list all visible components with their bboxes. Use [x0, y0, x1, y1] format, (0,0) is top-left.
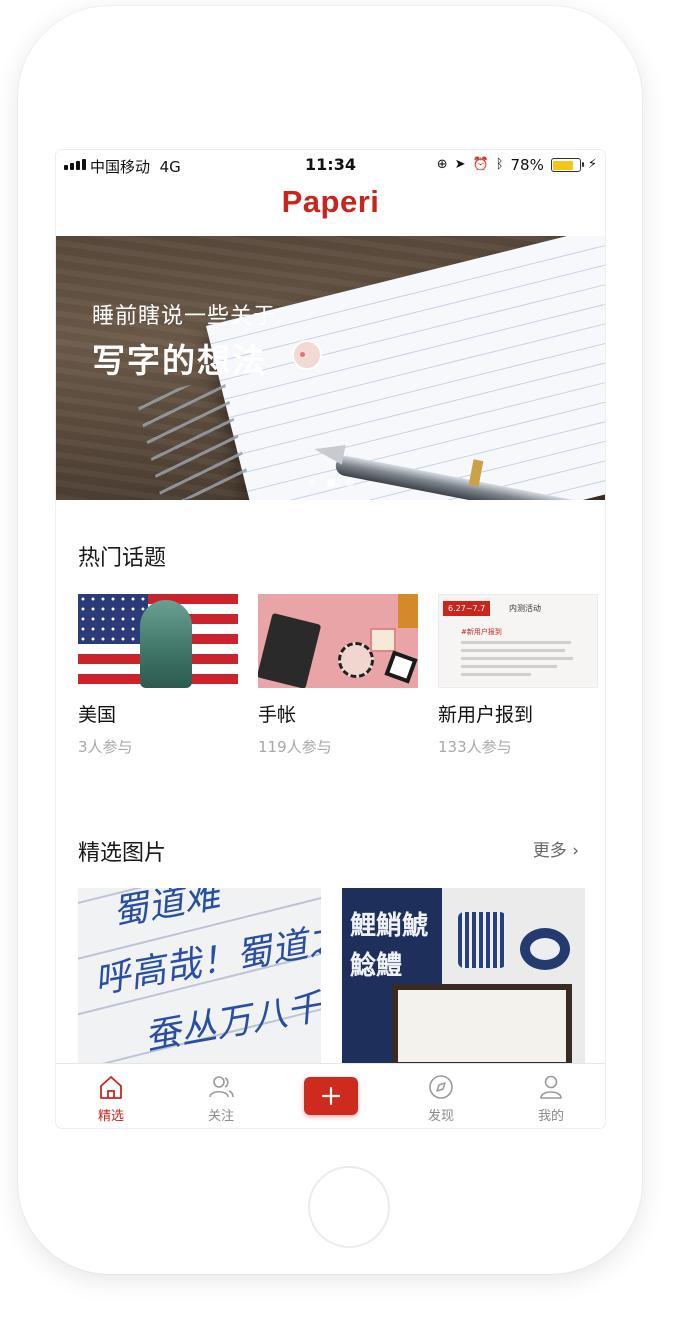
featured-photos-title: 精选图片 — [78, 841, 167, 866]
carousel-dot[interactable] — [326, 479, 335, 487]
topic-count: 133人参与 — [438, 738, 512, 756]
topic-card-new-user[interactable]: 6.27~7.7 内测活动 #新用户报到 新用户报到 133人参与 — [438, 594, 598, 757]
notice-title: 内测活动 — [509, 604, 541, 613]
banner-subtitle: 睡前瞎说一些关于 — [92, 304, 277, 329]
topic-name: 新用户报到 — [438, 704, 534, 726]
topic-card-planner[interactable]: 手帐 119人参与 — [258, 594, 418, 757]
tab-follow[interactable]: 关注 — [186, 1072, 256, 1124]
topic-count: 3人参与 — [78, 738, 133, 756]
tab-discover[interactable]: 发现 — [406, 1072, 476, 1124]
photo-card-stationery[interactable]: 鯉鮹鯱 鯰鱧 — [342, 888, 585, 1064]
sketchbook-image — [392, 984, 572, 1064]
banner-headline: 写字的想法 — [92, 341, 267, 380]
tab-label: 关注 — [207, 1109, 234, 1124]
carousel-dot[interactable] — [345, 479, 354, 487]
rotation-lock-icon: ⊕ — [436, 157, 448, 172]
tab-label: 我的 — [537, 1109, 564, 1124]
tab-me[interactable]: 我的 — [516, 1072, 586, 1124]
bottom-tab-bar: 精选 关注 发现 我的 — [56, 1063, 605, 1128]
topic-thumbnail — [258, 594, 418, 688]
plus-icon — [321, 1086, 341, 1106]
tab-label: 精选 — [97, 1109, 124, 1124]
battery-icon — [550, 158, 584, 172]
hot-topics-title: 热门话题 — [78, 546, 167, 571]
home-icon — [100, 1076, 122, 1099]
carousel-indicator[interactable] — [56, 479, 605, 487]
notice-tag: #新用户报到 — [461, 628, 502, 636]
people-icon — [209, 1076, 234, 1098]
topic-card-usa[interactable]: 美国 3人参与 — [78, 594, 238, 757]
person-icon — [540, 1075, 562, 1099]
compass-icon — [429, 1075, 453, 1099]
app-screen: 中国移动 4G 11:34 ⊕ ➤ ⏰ ᛒ 78% ⚡ Paperi 睡前瞎说一… — [56, 150, 605, 1128]
topic-thumbnail — [78, 594, 238, 688]
topic-name: 手帐 — [258, 704, 297, 726]
bluetooth-icon: ᛒ — [495, 157, 504, 172]
status-bar: 中国移动 4G 11:34 ⊕ ➤ ⏰ ᛒ 78% ⚡ — [56, 150, 605, 180]
notice-date: 6.27~7.7 — [443, 601, 491, 616]
carousel-dot[interactable] — [307, 479, 316, 487]
app-title: Paperi — [281, 184, 380, 219]
alarm-icon: ⏰ — [472, 157, 489, 172]
charging-icon: ⚡ — [587, 157, 597, 172]
washi-tape-image — [458, 912, 506, 968]
location-icon: ➤ — [454, 157, 466, 172]
topic-count: 119人参与 — [258, 738, 332, 756]
more-link[interactable]: 更多 › — [533, 836, 579, 861]
avatar-icon — [292, 340, 322, 370]
banner-carousel[interactable]: 睡前瞎说一些关于 写字的想法 — [56, 236, 605, 500]
photo-card-calligraphy[interactable]: 蜀道难 呼高哉！蜀道之 蚕丛万八千 — [78, 888, 321, 1064]
fabric-image: 鯉鮹鯱 鯰鱧 — [350, 911, 429, 981]
chevron-right-icon: › — [572, 841, 579, 861]
home-button[interactable] — [308, 1166, 390, 1248]
topic-name: 美国 — [78, 704, 117, 726]
add-post-button[interactable] — [304, 1077, 358, 1115]
calligraphy-image: 蜀道难 呼高哉！蜀道之 蚕丛万八千 — [78, 888, 321, 1061]
battery-percent: 78% — [510, 156, 544, 174]
tab-label: 发现 — [427, 1109, 454, 1124]
tab-home[interactable]: 精选 — [76, 1072, 146, 1124]
more-label: 更多 — [532, 841, 567, 861]
topic-thumbnail: 6.27~7.7 内测活动 #新用户报到 — [438, 594, 598, 688]
